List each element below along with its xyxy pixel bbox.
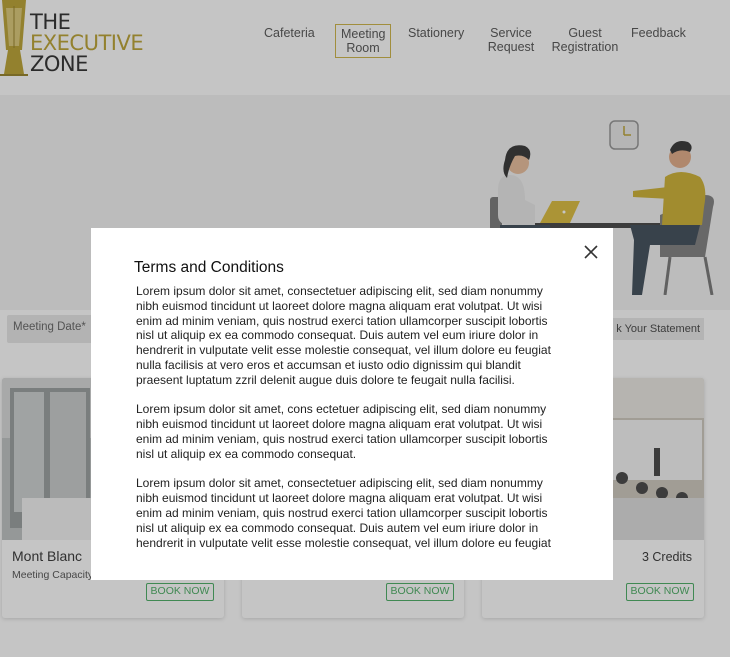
terms-paragraph: Lorem ipsum dolor sit amet, consectetuer… xyxy=(136,284,551,387)
close-icon[interactable] xyxy=(583,244,599,260)
terms-paragraph: Lorem ipsum dolor sit amet, cons ectetue… xyxy=(136,402,548,461)
terms-paragraph: Lorem ipsum dolor sit amet, consectetuer… xyxy=(136,476,551,550)
modal-body: Lorem ipsum dolor sit amet, consectetuer… xyxy=(136,284,561,554)
modal-title: Terms and Conditions xyxy=(134,259,284,276)
terms-modal: Terms and Conditions Lorem ipsum dolor s… xyxy=(91,228,613,580)
